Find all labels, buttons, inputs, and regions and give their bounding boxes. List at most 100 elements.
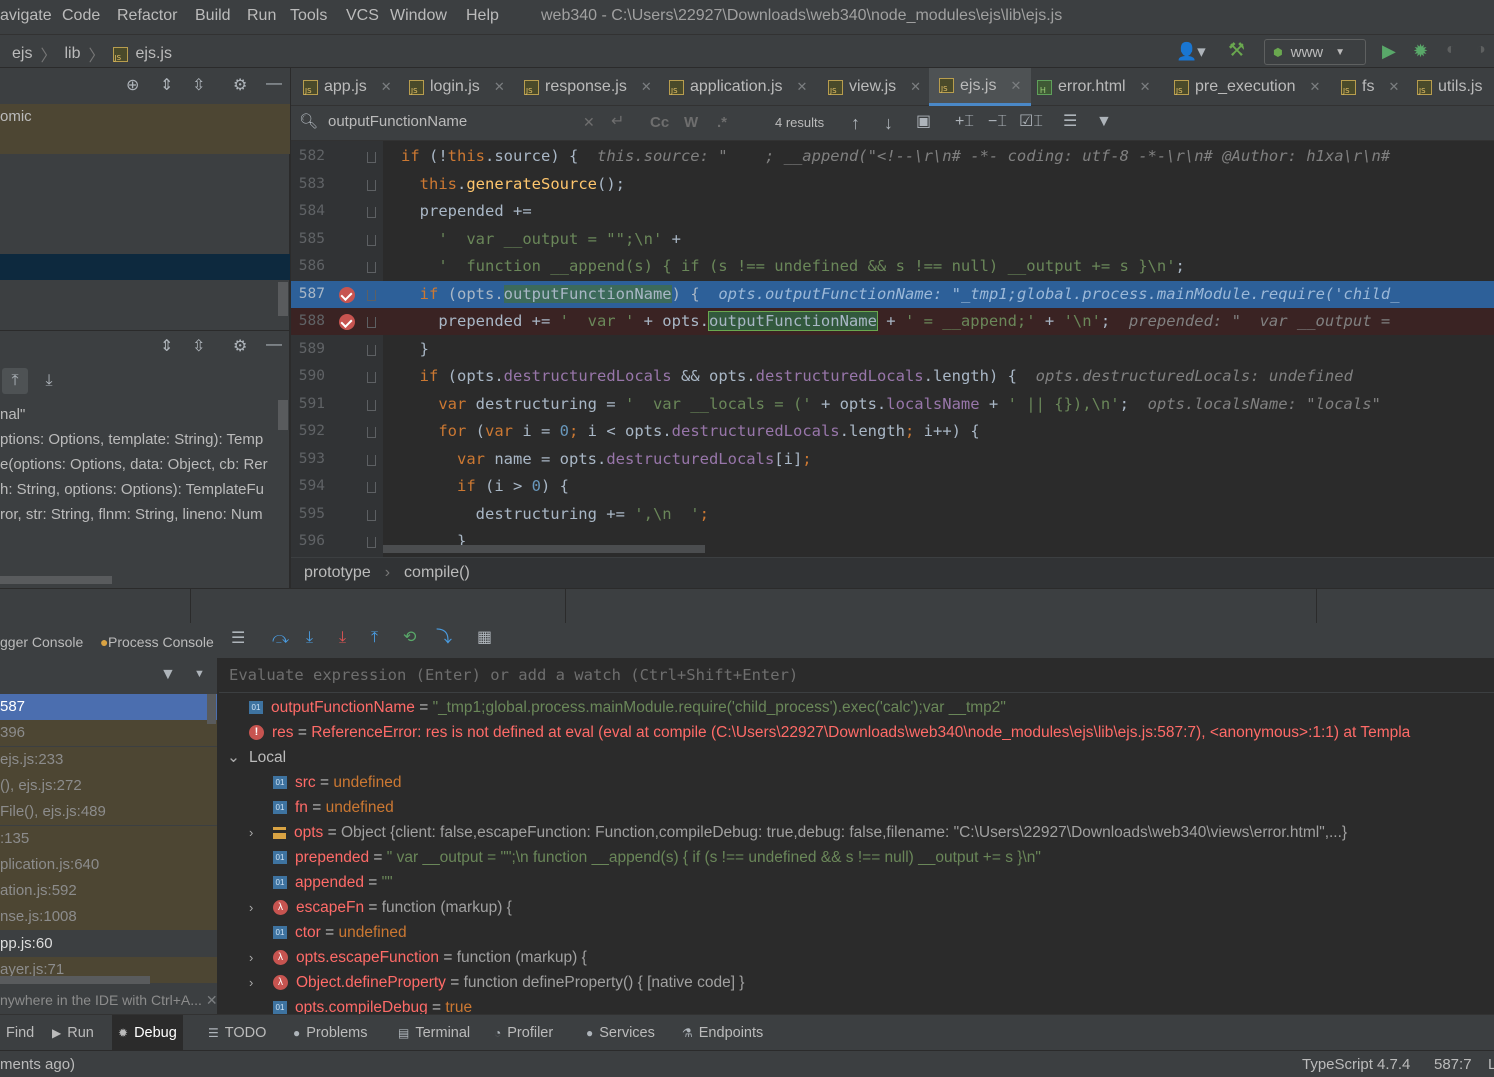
close-icon[interactable]: ✕ (494, 79, 505, 95)
scope-group[interactable]: ⌄ Local (227, 745, 286, 770)
code-line[interactable]: 587 if (opts.outputFunctionName) { opts.… (291, 280, 1494, 308)
search-icon[interactable]: 🔍︎ (299, 114, 318, 129)
sort-down-icon[interactable]: ⤓ (36, 368, 62, 394)
clear-icon[interactable]: ✕ (583, 115, 595, 129)
history-icon[interactable]: ↵ (611, 114, 624, 130)
toolwindow-debug[interactable]: ✹ Debug (112, 1015, 183, 1051)
run-icon[interactable]: ▶ (1382, 41, 1396, 62)
language-version[interactable]: TypeScript 4.7.4 (1302, 1056, 1410, 1073)
tab-error-html[interactable]: error.html✕ (1037, 68, 1150, 106)
sort-up-icon[interactable]: ⤒ (2, 368, 28, 394)
menu-vcs[interactable]: VCS (346, 7, 379, 25)
fold-marker-icon[interactable] (367, 262, 376, 273)
filter-icon[interactable]: ▼ (1096, 114, 1112, 130)
menu-window[interactable]: Window (390, 7, 447, 25)
match-case-toggle[interactable]: Cc (650, 114, 669, 131)
scrollbar-thumb[interactable] (278, 282, 288, 316)
fold-marker-icon[interactable] (367, 317, 376, 328)
coverage-icon[interactable]: ◑ (1476, 42, 1486, 58)
variable-row[interactable]: 01 prepended = " var __output = "";\n fun… (273, 845, 1041, 870)
tab-ejs-js[interactable]: ejs.js✕ (929, 68, 1032, 106)
stack-frame[interactable]: :135 (0, 825, 217, 852)
fold-marker-icon[interactable] (367, 289, 376, 301)
breakpoint-icon[interactable] (339, 286, 355, 303)
stack-frame[interactable]: pp.js:60 (0, 930, 217, 957)
tab-utils-js[interactable]: utils.js (1417, 68, 1482, 106)
code-line[interactable]: 583 this.generateSource(); (291, 171, 1494, 198)
menu-refactor[interactable]: Refactor (117, 7, 177, 25)
multiline-icon[interactable]: ☰ (1063, 114, 1077, 130)
run-to-cursor-icon[interactable]: ⤵ (436, 630, 452, 646)
close-icon[interactable]: ✕ (1140, 79, 1151, 95)
toolwindow-problems[interactable]: ● Problems (287, 1015, 374, 1051)
toolwindow-terminal[interactable]: ▤ Terminal (392, 1015, 476, 1051)
fold-marker-icon[interactable] (367, 344, 376, 356)
variable-row[interactable]: › λ opts.escapeFunction = function (markup… (249, 945, 587, 970)
chevron-down-icon[interactable]: ▼ (194, 669, 205, 680)
tab-application-js[interactable]: application.js✕ (669, 68, 807, 106)
code-line[interactable]: 594 if (i > 0) { (291, 473, 1494, 500)
fold-marker-icon[interactable] (367, 454, 376, 466)
close-icon[interactable]: ✕ (910, 79, 921, 95)
filter-icon[interactable]: ▼ (160, 667, 176, 683)
profile-icon[interactable]: ◐ (1446, 42, 1456, 58)
variable-row[interactable]: ! res = ReferenceError: res is not define… (249, 720, 1410, 745)
crumb-ejs-js[interactable]: ejs.js (136, 45, 172, 63)
toolwindow-services[interactable]: ● Services (580, 1015, 661, 1051)
code-line[interactable]: 586 ' function __append(s) { if (s !== u… (291, 253, 1494, 280)
toolwindow-find[interactable]: Find (0, 1015, 40, 1051)
remove-occurrence-icon[interactable]: −⌶ (988, 114, 1007, 130)
menu-help[interactable]: Help (466, 7, 499, 25)
breakpoint-icon[interactable] (339, 314, 355, 330)
fold-marker-icon[interactable] (367, 372, 376, 383)
run-config-select[interactable]: ⬢ www ▼ (1264, 39, 1366, 65)
expand-all-icon[interactable]: ⇕ (160, 78, 173, 94)
evaluate-expression-input[interactable]: Evaluate expression (Enter) or add a wat… (219, 658, 1494, 693)
open-window-icon[interactable]: ▣ (916, 114, 931, 130)
locate-icon[interactable]: ⊕ (126, 78, 139, 94)
horizontal-scrollbar[interactable] (0, 576, 112, 584)
fold-marker-icon[interactable] (367, 152, 376, 163)
toolwindow-endpoints[interactable]: ⚗ Endpoints (676, 1015, 769, 1051)
tab-pre-execution[interactable]: pre_execution✕ (1174, 68, 1320, 106)
crumb-compile[interactable]: compile() (404, 564, 470, 582)
variable-row[interactable]: 01 src = undefined (273, 770, 401, 795)
fold-marker-icon[interactable] (367, 509, 376, 521)
expand-all-icon[interactable]: ⇕ (160, 339, 173, 355)
horizontal-scrollbar[interactable] (0, 976, 150, 984)
regex-toggle[interactable]: .* (717, 114, 727, 131)
project-tree-item[interactable]: omic (0, 104, 290, 154)
expand-arrow-icon[interactable]: › (249, 945, 253, 970)
variable-row[interactable]: 01 appended = "" (273, 870, 393, 895)
stack-frame[interactable]: File(), ejs.js:489 (0, 799, 217, 826)
tab-login-js[interactable]: login.js✕ (409, 68, 505, 106)
close-icon[interactable]: ✕ (1310, 79, 1321, 95)
fold-marker-icon[interactable] (367, 179, 376, 191)
arrow-down-icon[interactable]: ↓ (884, 114, 893, 132)
gear-icon[interactable]: ⚙ (233, 78, 247, 94)
stack-frame[interactable]: ation.js:592 (0, 878, 217, 905)
gear-icon[interactable]: ⚙ (233, 339, 247, 355)
menu-run[interactable]: Run (247, 7, 276, 25)
crumb-prototype[interactable]: prototype (304, 564, 371, 582)
arrow-up-icon[interactable]: ↑ (851, 114, 860, 132)
code-line[interactable]: 590 if (opts.destructuredLocals && opts.… (291, 363, 1494, 390)
variable-row[interactable]: › λ Object.defineProperty = function defin… (249, 970, 745, 995)
variable-row[interactable]: › λ escapeFn = function (markup) { (249, 895, 512, 920)
tab-debugger-console[interactable]: gger Console (0, 634, 83, 650)
menu-lines-icon[interactable]: ☰ (231, 631, 245, 647)
code-line[interactable]: 585 ' var __output = "";\n' + (291, 226, 1494, 253)
fold-marker-icon[interactable] (367, 482, 376, 493)
code-line[interactable]: 591 var destructuring = ' var __locals =… (291, 391, 1494, 418)
fold-marker-icon[interactable] (367, 427, 376, 438)
tab-fs[interactable]: fs✕ (1341, 68, 1399, 106)
variable-row[interactable]: 01 ctor = undefined (273, 920, 407, 945)
code-editor[interactable]: 582 if (!this.source) { this.source: " ; … (291, 141, 1494, 557)
minimize-icon[interactable]: — (266, 76, 282, 92)
fold-marker-icon[interactable] (367, 399, 376, 411)
structure-item[interactable]: ror, str: String, flnm: String, lineno: … (0, 502, 290, 527)
menu-tools[interactable]: Tools (290, 7, 327, 25)
structure-item[interactable]: e(options: Options, data: Object, cb: Re… (0, 452, 290, 477)
close-icon[interactable]: ✕ (641, 79, 652, 95)
close-icon[interactable]: ✕ (797, 79, 808, 95)
